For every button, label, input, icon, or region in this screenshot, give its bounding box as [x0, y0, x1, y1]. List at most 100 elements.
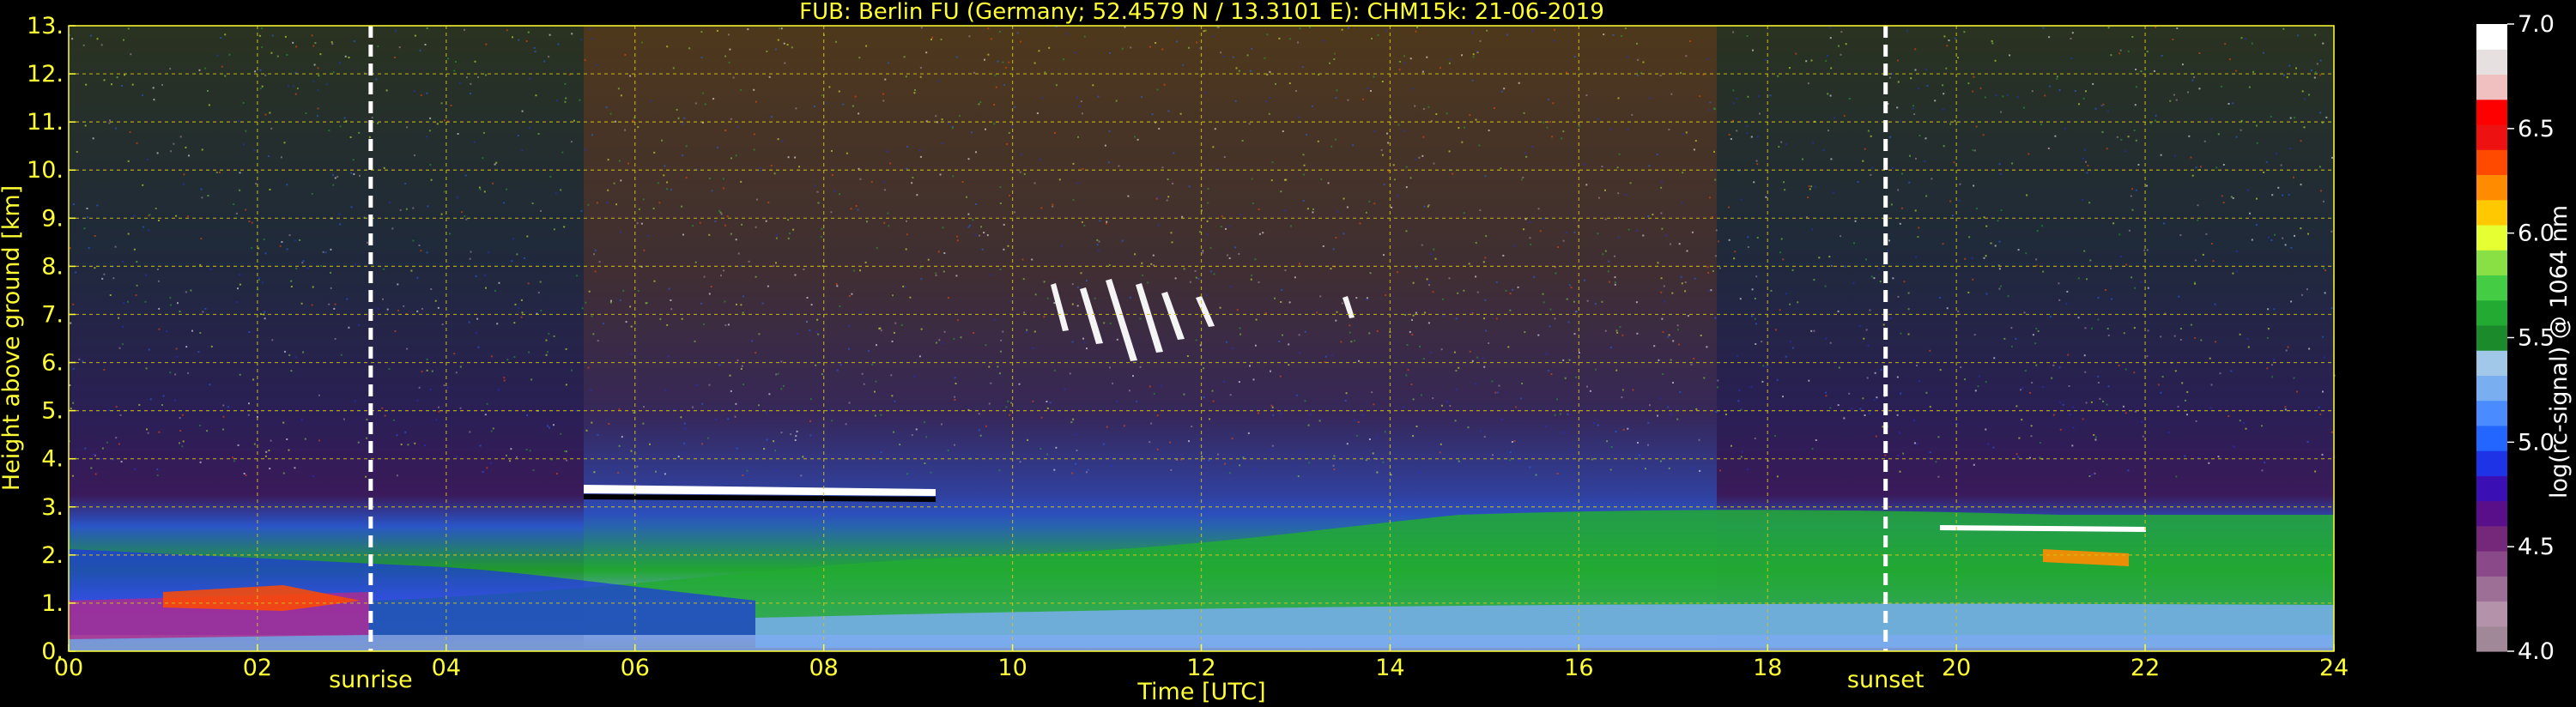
speckle-dot	[1647, 444, 1649, 446]
speckle-dot	[2210, 243, 2213, 245]
speckle-dot	[1433, 248, 1435, 251]
speckle-dot	[2146, 249, 2149, 251]
speckle-dot	[1052, 205, 1054, 208]
speckle-dot	[1900, 207, 1903, 209]
speckle-dot	[245, 208, 247, 211]
speckle-dot	[1789, 303, 1791, 305]
speckle-dot	[1036, 112, 1039, 114]
speckle-dot	[1797, 301, 1799, 304]
speckle-dot	[1660, 212, 1663, 215]
speckle-dot	[1578, 352, 1580, 354]
speckle-dot	[741, 365, 743, 367]
speckle-dot	[833, 190, 836, 192]
speckle-dot	[251, 221, 253, 224]
speckle-dot	[1418, 471, 1421, 474]
speckle-dot	[2307, 233, 2309, 235]
sunrise-label: sunrise	[329, 667, 413, 693]
colorbar-segment	[2476, 601, 2507, 627]
speckle-dot	[774, 450, 777, 452]
speckle-dot	[836, 369, 839, 372]
speckle-dot	[1864, 414, 1866, 416]
speckle-dot	[1537, 334, 1540, 336]
speckle-dot	[239, 283, 241, 286]
speckle-dot	[2210, 118, 2213, 120]
speckle-dot	[681, 205, 683, 208]
speckle-dot	[535, 94, 537, 97]
speckle-dot	[1636, 42, 1638, 45]
speckle-dot	[1136, 138, 1139, 141]
speckle-dot	[157, 280, 160, 282]
speckle-dot	[199, 263, 202, 266]
speckle-dot	[767, 285, 769, 287]
speckle-dot	[2256, 124, 2258, 127]
speckle-dot	[1523, 228, 1525, 231]
speckle-dot	[1907, 333, 1910, 335]
speckle-dot	[258, 279, 260, 281]
speckle-dot	[1678, 343, 1681, 346]
speckle-dot	[1657, 414, 1658, 417]
speckle-dot	[555, 192, 557, 195]
speckle-dot	[740, 304, 742, 306]
speckle-dot	[437, 306, 439, 309]
speckle-dot	[2186, 390, 2189, 393]
speckle-dot	[1295, 394, 1298, 396]
speckle-dot	[1329, 62, 1330, 64]
speckle-dot	[766, 438, 768, 441]
speckle-dot	[2243, 422, 2245, 424]
speckle-dot	[987, 53, 990, 56]
speckle-dot	[1372, 452, 1374, 455]
speckle-dot	[734, 415, 736, 418]
speckle-dot	[1914, 48, 1917, 51]
speckle-dot	[2049, 85, 2052, 88]
speckle-dot	[1909, 154, 1911, 157]
speckle-dot	[1373, 76, 1375, 78]
speckle-dot	[1034, 293, 1037, 296]
speckle-dot	[339, 223, 342, 226]
speckle-dot	[1990, 242, 1992, 245]
speckle-dot	[609, 301, 612, 304]
speckle-dot	[891, 340, 894, 342]
speckle-dot	[84, 447, 87, 450]
speckle-dot	[880, 329, 882, 332]
speckle-dot	[2270, 364, 2273, 366]
speckle-dot	[1046, 297, 1049, 299]
speckle-dot	[1128, 390, 1130, 392]
speckle-dot	[1061, 245, 1063, 247]
speckle-dot	[1848, 98, 1851, 100]
speckle-dot	[2146, 184, 2148, 187]
speckle-dot	[2135, 189, 2137, 191]
speckle-dot	[1387, 170, 1390, 172]
speckle-dot	[2319, 413, 2322, 415]
speckle-dot	[874, 414, 876, 417]
speckle-dot	[2097, 382, 2100, 384]
speckle-dot	[1908, 181, 1911, 184]
speckle-dot	[2187, 91, 2189, 94]
speckle-dot	[1033, 62, 1036, 64]
speckle-dot	[1025, 331, 1027, 334]
speckle-dot	[629, 305, 632, 308]
speckle-dot	[2035, 258, 2038, 261]
speckle-dot	[1545, 425, 1548, 427]
speckle-dot	[566, 459, 568, 462]
speckle-dot	[1998, 163, 2001, 166]
speckle-dot	[2318, 406, 2320, 408]
speckle-dot	[1995, 94, 1997, 97]
speckle-dot	[1373, 202, 1376, 205]
speckle-dot	[1754, 438, 1756, 439]
speckle-dot	[605, 106, 608, 109]
ceilometer-chart: FUB: Berlin FU (Germany; 52.4579 N / 13.…	[0, 0, 2573, 705]
speckle-dot	[967, 226, 970, 228]
speckle-dot	[1007, 245, 1009, 247]
speckle-dot	[1169, 441, 1172, 444]
speckle-dot	[1604, 218, 1607, 221]
speckle-dot	[800, 474, 803, 477]
speckle-dot	[200, 238, 203, 240]
speckle-dot	[728, 33, 730, 36]
speckle-dot	[780, 360, 783, 363]
speckle-dot	[1663, 285, 1665, 287]
speckle-dot	[1472, 56, 1475, 58]
speckle-dot	[1503, 88, 1506, 90]
speckle-dot	[1108, 264, 1111, 266]
speckle-dot	[1471, 32, 1474, 34]
speckle-dot	[1106, 221, 1108, 223]
